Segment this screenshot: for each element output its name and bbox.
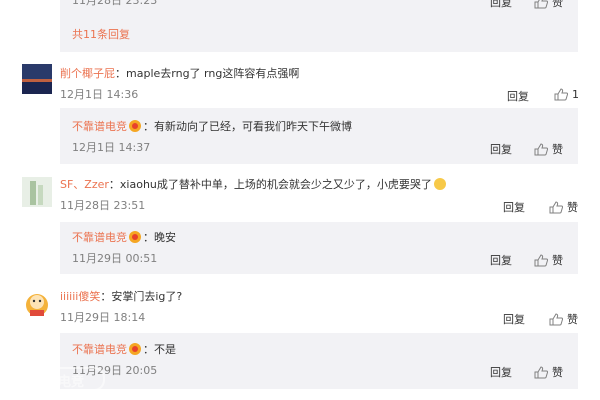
avatar[interactable] <box>22 289 52 319</box>
avatar[interactable] <box>22 177 52 207</box>
reply-label[interactable]: 回复 <box>490 364 512 380</box>
colon: ： <box>143 120 154 133</box>
verified-badge-icon <box>129 231 141 243</box>
watermark-logo: 电竞 <box>8 338 108 398</box>
thumbs-up-icon[interactable] <box>534 253 548 267</box>
verified-badge-icon <box>129 120 141 132</box>
thumbs-up-icon[interactable] <box>534 142 548 156</box>
comment-text: maple去rng了 rng这阵容有点强啊 <box>126 67 300 80</box>
reply-text: 不是 <box>154 343 176 356</box>
like-label[interactable]: 赞 <box>567 199 578 215</box>
colon: ： <box>100 290 112 303</box>
like-count: 1 <box>572 88 579 101</box>
reply-button[interactable]: 回复 <box>490 252 512 268</box>
reply-label[interactable]: 回复 <box>490 252 512 268</box>
like-button[interactable]: 赞 <box>534 364 563 380</box>
thumbs-up-icon[interactable] <box>534 365 548 379</box>
reply-label[interactable]: 回复 <box>490 0 512 10</box>
like-button[interactable]: 赞 <box>534 252 563 268</box>
watermark-text: 电竞 <box>58 375 85 390</box>
reply-text: 晚安 <box>154 231 176 244</box>
reply-time: 11月28日 23:23 <box>72 0 158 7</box>
reply-time: 12月1日 14:37 <box>72 141 151 154</box>
thumbs-up-icon[interactable] <box>549 312 563 326</box>
comment-text: 安掌门去ig了? <box>111 290 183 303</box>
reply-label[interactable]: 回复 <box>503 311 525 327</box>
reply-button[interactable]: 回复 <box>490 0 512 10</box>
colon: ： <box>115 67 126 80</box>
like-label[interactable]: 赞 <box>552 364 563 380</box>
comment-username[interactable]: 削个椰子屁 <box>60 67 115 80</box>
like-button[interactable]: 赞 <box>534 0 563 10</box>
thumbs-up-icon[interactable] <box>549 200 563 214</box>
more-replies-link[interactable]: 共11条回复 <box>72 28 130 42</box>
like-button[interactable]: 赞 <box>549 311 578 327</box>
reply-button[interactable]: 回复 <box>503 199 525 215</box>
comment-time: 11月29日 18:14 <box>60 311 146 324</box>
thumbs-up-icon[interactable] <box>554 88 568 101</box>
reply-button[interactable]: 回复 <box>503 311 525 327</box>
like-button[interactable]: 赞 <box>534 141 563 157</box>
comment-time: 12月1日 14:36 <box>60 88 139 101</box>
like-button[interactable]: 赞 <box>549 199 578 215</box>
reply-button[interactable]: 回复 <box>490 141 512 157</box>
like-label[interactable]: 赞 <box>552 0 563 10</box>
comment-time: 11月28日 23:51 <box>60 199 146 212</box>
reply-body: 不靠谱电竞 ：有新动向了已经，可看我们昨天下午微博 <box>72 120 352 134</box>
colon: ： <box>143 231 154 244</box>
colon: ： <box>108 178 120 191</box>
verified-badge-icon <box>129 343 141 355</box>
reply-username[interactable]: 不靠谱电竞 <box>72 120 127 133</box>
thumbs-up-icon[interactable] <box>534 0 548 9</box>
reply-body: 不靠谱电竞 ：晚安 <box>72 231 176 245</box>
like-label[interactable]: 赞 <box>552 141 563 157</box>
colon: ： <box>143 343 154 356</box>
reply-button[interactable]: 回复 <box>490 364 512 380</box>
reply-username[interactable]: 不靠谱电竞 <box>72 231 127 244</box>
reply-text: 有新动向了已经，可看我们昨天下午微博 <box>154 120 352 133</box>
like-label[interactable]: 赞 <box>552 252 563 268</box>
reply-time: 11月29日 00:51 <box>72 252 158 265</box>
reply-label[interactable]: 回复 <box>503 199 525 215</box>
like-button[interactable]: 1 <box>554 88 579 101</box>
avatar[interactable] <box>22 64 52 94</box>
like-label[interactable]: 赞 <box>567 311 578 327</box>
comment-body: 削个椰子屁：maple去rng了 rng这阵容有点强啊 <box>60 67 299 81</box>
reply-label[interactable]: 回复 <box>507 88 529 104</box>
comment-body: SF、Zzer：xiaohu成了替补中单，上场的机会就会少之又少了，小虎要哭了 <box>60 178 446 192</box>
comment-username[interactable]: iiiiii傻笑 <box>60 290 100 303</box>
reply-label[interactable]: 回复 <box>490 141 512 157</box>
comment-username[interactable]: SF、Zzer <box>60 178 109 191</box>
comment-text: xiaohu成了替补中单，上场的机会就会少之又少了，小虎要哭了 <box>119 178 432 191</box>
crying-emoji-icon <box>433 178 446 190</box>
reply-box <box>60 333 578 389</box>
comment-body: iiiiii傻笑：安掌门去ig了? <box>60 290 182 304</box>
reply-button[interactable]: 回复 <box>507 88 529 104</box>
